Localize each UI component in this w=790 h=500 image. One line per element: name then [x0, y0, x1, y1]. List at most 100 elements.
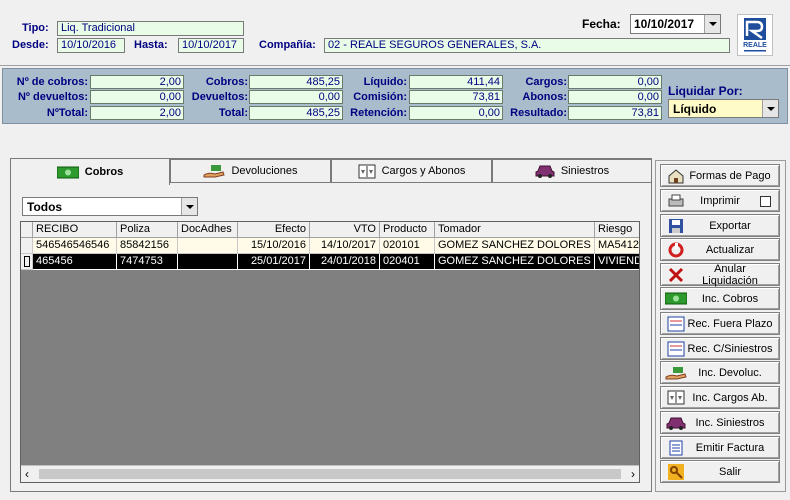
button-label: Inc. Cobros: [701, 292, 759, 305]
rec-siniestros-button[interactable]: Rec. C/Siniestros: [660, 337, 780, 360]
table-cell[interactable]: 465456: [33, 254, 117, 270]
table-cell[interactable]: [178, 238, 238, 254]
comision-label: Comisión:: [353, 91, 407, 103]
table-cell[interactable]: VIVIENDA: [595, 254, 639, 270]
reale-logo-icon: [744, 18, 766, 52]
column-header-vto[interactable]: VTO: [310, 222, 380, 238]
column-header-riesgo[interactable]: Riesgo: [595, 222, 639, 238]
tipo-field[interactable]: Liq. Tradicional: [57, 21, 244, 36]
resultado-value: 73,81: [568, 106, 662, 120]
row-indicator[interactable]: [21, 254, 33, 270]
n-total-label: NºTotal:: [46, 107, 88, 119]
receipts-table[interactable]: RECIBO Poliza DocAdhes Efecto VTO Produc…: [20, 221, 640, 483]
table-cell[interactable]: 24/01/2018: [310, 254, 380, 270]
fecha-label: Fecha:: [582, 17, 621, 31]
column-header-docadhes[interactable]: DocAdhes: [178, 222, 238, 238]
table-cell[interactable]: 020101: [380, 238, 435, 254]
balance-icon: [665, 389, 687, 407]
invoice-icon: [665, 439, 687, 457]
column-header-tomador[interactable]: Tomador: [435, 222, 595, 238]
hasta-field[interactable]: 10/10/2017: [178, 38, 244, 53]
table-cell[interactable]: 14/10/2017: [310, 238, 380, 254]
table-cell[interactable]: GOMEZ SANCHEZ DOLORES: [435, 238, 595, 254]
cargos-label: Cargos:: [525, 76, 567, 88]
save-icon: [665, 217, 687, 235]
column-header-recibo[interactable]: RECIBO: [33, 222, 117, 238]
table-corner: [21, 222, 33, 238]
liquidar-select[interactable]: Líquido: [668, 99, 779, 118]
fecha-select[interactable]: 10/10/2017: [630, 14, 721, 34]
house-icon: [665, 167, 687, 185]
compania-field[interactable]: 02 - REALE SEGUROS GENERALES, S.A.: [324, 38, 730, 53]
inc-siniestros-button[interactable]: Inc. Siniestros: [660, 411, 780, 434]
chevron-down-icon[interactable]: [181, 198, 197, 215]
tab-cargos-abonos[interactable]: Cargos y Abonos: [331, 159, 492, 183]
tipo-label: Tipo:: [22, 22, 49, 34]
table-cell[interactable]: 546546546546: [33, 238, 117, 254]
tab-devoluciones[interactable]: Devoluciones: [170, 159, 331, 183]
horizontal-scrollbar[interactable]: ‹ ›: [21, 465, 639, 482]
imprimir-button[interactable]: Imprimir: [660, 189, 780, 212]
hand-money-icon: [203, 165, 226, 178]
emitir-factura-button[interactable]: Emitir Factura: [660, 436, 780, 459]
button-label: Anular Liquidación: [702, 262, 758, 287]
n-devueltos-value: 0,00: [90, 90, 184, 104]
table-cell[interactable]: 85842156: [117, 238, 178, 254]
salir-button[interactable]: Salir: [660, 460, 780, 483]
button-label: Actualizar: [705, 243, 755, 256]
table-cell[interactable]: 7474753: [117, 254, 178, 270]
exportar-button[interactable]: Exportar: [660, 214, 780, 237]
total-label: Total:: [218, 107, 248, 119]
chevron-down-icon[interactable]: [704, 15, 720, 33]
refresh-icon: [665, 241, 687, 259]
devueltos-value: 0,00: [249, 90, 343, 104]
hasta-label: Hasta:: [134, 39, 168, 51]
inc-devoluc-button[interactable]: Inc. Devoluc.: [660, 361, 780, 384]
scrollbar-thumb[interactable]: [39, 469, 621, 479]
button-label: Formas de Pago: [689, 169, 771, 182]
retencion-label: Retención:: [350, 107, 407, 119]
balance-icon: [358, 164, 376, 178]
tab-label: Siniestros: [560, 165, 610, 177]
cobros-value: 485,25: [249, 75, 343, 89]
liquido-label: Líquido:: [363, 76, 407, 88]
scroll-left-icon[interactable]: ‹: [25, 467, 29, 481]
table-cell[interactable]: 15/10/2016: [238, 238, 310, 254]
formas-pago-button[interactable]: Formas de Pago: [660, 164, 780, 187]
n-total-value: 2,00: [90, 106, 184, 120]
column-header-producto[interactable]: Producto: [380, 222, 435, 238]
comision-value: 73,81: [409, 90, 503, 104]
inc-cobros-button[interactable]: Inc. Cobros: [660, 287, 780, 310]
tab-cobros[interactable]: Cobros: [10, 158, 170, 185]
anular-liquidacion-button[interactable]: Anular Liquidación: [660, 262, 780, 287]
button-label: Inc. Devoluc.: [698, 366, 762, 379]
rec-fuera-plazo-button[interactable]: Rec. Fuera Plazo: [660, 312, 780, 335]
hand-money-icon: [665, 364, 687, 382]
imprimir-checkbox[interactable]: [760, 196, 771, 207]
logo-text: REALE: [743, 42, 767, 49]
actualizar-button[interactable]: Actualizar: [660, 238, 780, 261]
tab-siniestros[interactable]: Siniestros: [492, 159, 652, 183]
key-icon: [665, 463, 687, 481]
retencion-value: 0,00: [409, 106, 503, 120]
n-cobros-value: 2,00: [90, 75, 184, 89]
row-indicator[interactable]: [21, 238, 33, 254]
desde-field[interactable]: 10/10/2016: [57, 38, 125, 53]
table-cell[interactable]: MA5412C: [595, 238, 639, 254]
inc-cargos-button[interactable]: Inc. Cargos Ab.: [660, 386, 780, 409]
document-icon: [665, 340, 687, 358]
chevron-down-icon[interactable]: [762, 100, 778, 117]
table-cell[interactable]: [178, 254, 238, 270]
liquidar-label: Liquidar Por:: [668, 84, 743, 98]
filter-select[interactable]: Todos: [22, 197, 198, 216]
button-label: Salir: [718, 465, 741, 478]
column-header-efecto[interactable]: Efecto: [238, 222, 310, 238]
table-cell[interactable]: 25/01/2017: [238, 254, 310, 270]
button-label: Emitir Factura: [695, 441, 765, 454]
n-devueltos-label: Nº devueltos:: [17, 91, 88, 103]
column-header-poliza[interactable]: Poliza: [117, 222, 178, 238]
cobros-label: Cobros:: [205, 76, 248, 88]
table-cell[interactable]: GOMEZ SANCHEZ DOLORES: [435, 254, 595, 270]
table-cell[interactable]: 020401: [380, 254, 435, 270]
scroll-right-icon[interactable]: ›: [631, 467, 635, 481]
